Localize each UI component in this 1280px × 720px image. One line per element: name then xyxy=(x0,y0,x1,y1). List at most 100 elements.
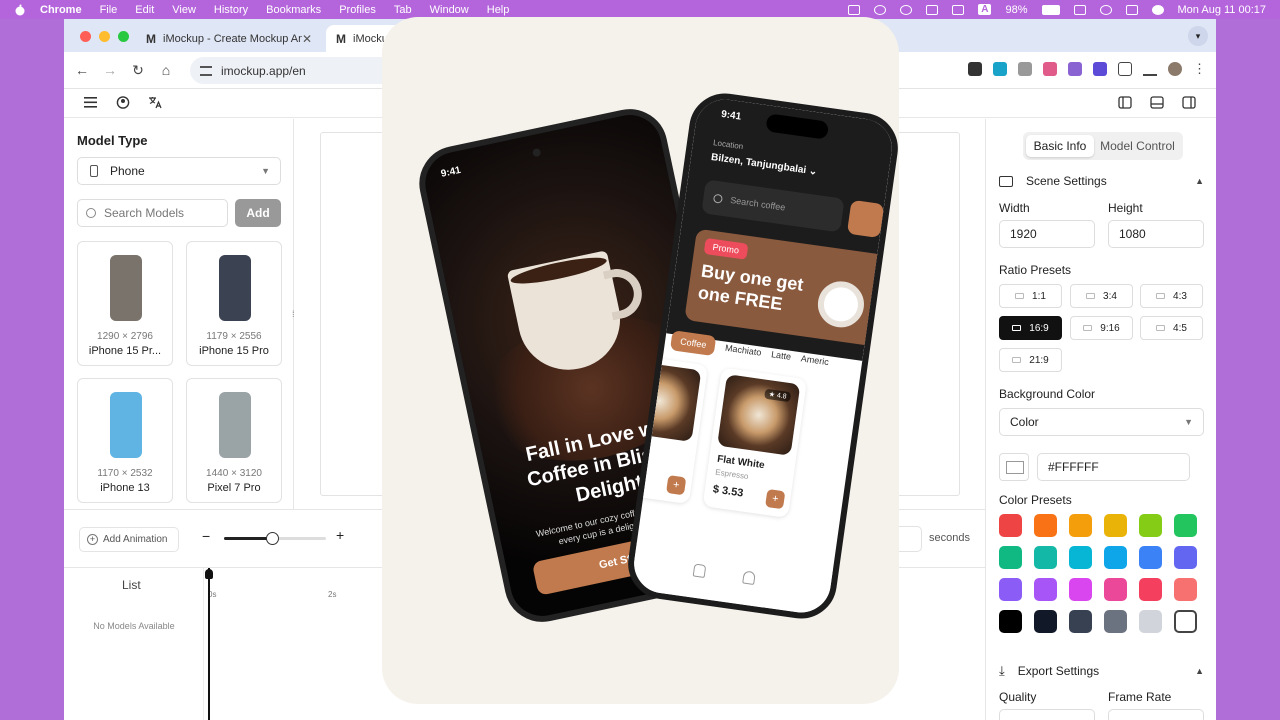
extension-icon[interactable] xyxy=(968,62,982,76)
menu-chrome[interactable]: Chrome xyxy=(40,4,82,16)
tab-search-chevron-icon[interactable]: ▾ xyxy=(1188,26,1208,46)
extensions-puzzle-icon[interactable] xyxy=(1118,62,1132,76)
extension-icon[interactable] xyxy=(1068,62,1082,76)
search-icon[interactable] xyxy=(1099,4,1112,15)
menu-profiles[interactable]: Profiles xyxy=(339,4,376,16)
translate-icon[interactable] xyxy=(148,96,162,109)
color-preset-swatch[interactable] xyxy=(1069,610,1092,633)
color-preset-swatch[interactable] xyxy=(1034,578,1057,601)
height-input[interactable]: 1080 xyxy=(1108,220,1204,248)
menu-history[interactable]: History xyxy=(214,4,248,16)
color-preset-swatch[interactable] xyxy=(1069,546,1092,569)
color-preset-swatch[interactable] xyxy=(1174,578,1197,601)
model-card[interactable]: 1440 × 3120 Pixel 7 Pro xyxy=(186,378,282,503)
close-tab-icon[interactable]: ✕ xyxy=(302,32,312,46)
input-source-a[interactable]: A xyxy=(978,4,992,15)
menu-file[interactable]: File xyxy=(100,4,118,16)
color-preset-swatch[interactable] xyxy=(999,610,1022,633)
model-card[interactable]: 1179 × 2556 iPhone 15 Pro xyxy=(186,241,282,366)
color-swatch-picker[interactable] xyxy=(999,453,1029,481)
battery-icon[interactable] xyxy=(1041,4,1060,15)
bottom-panel-toggle-icon[interactable] xyxy=(1150,96,1164,109)
color-preset-swatch[interactable] xyxy=(1034,610,1057,633)
frame-rate-select[interactable] xyxy=(1108,709,1204,720)
extension-y-icon[interactable] xyxy=(993,62,1007,76)
color-preset-swatch[interactable] xyxy=(1069,514,1092,537)
close-window-button[interactable] xyxy=(80,31,91,42)
menu-window[interactable]: Window xyxy=(430,4,469,16)
hamburger-menu-icon[interactable] xyxy=(84,96,98,109)
ratio-preset-button[interactable]: 9:16 xyxy=(1070,316,1133,340)
color-preset-swatch[interactable] xyxy=(999,514,1022,537)
menu-help[interactable]: Help xyxy=(487,4,510,16)
model-card[interactable]: 1290 × 2796 iPhone 15 Pr... xyxy=(77,241,173,366)
hex-color-input[interactable]: #FFFFFF xyxy=(1037,453,1190,481)
timeline-zoom-slider[interactable] xyxy=(224,532,326,545)
add-animation-button[interactable]: + Add Animation xyxy=(79,527,179,552)
scene-settings-header[interactable]: Scene Settings ▲ xyxy=(999,174,1204,188)
url-field[interactable]: imockup.app/en xyxy=(190,57,390,84)
ratio-preset-button[interactable]: 3:4 xyxy=(1070,284,1133,308)
model-card[interactable]: 1170 × 2532 iPhone 13 xyxy=(77,378,173,503)
zoom-out-icon[interactable]: − xyxy=(202,528,210,544)
extension-icon[interactable] xyxy=(1093,62,1107,76)
ratio-preset-button[interactable]: 21:9 xyxy=(999,348,1062,372)
display-icon[interactable] xyxy=(848,4,861,15)
model-type-select[interactable]: Phone ▼ xyxy=(77,157,281,185)
wifi-icon[interactable] xyxy=(1073,4,1086,15)
color-preset-swatch[interactable] xyxy=(1104,610,1127,633)
color-preset-swatch[interactable] xyxy=(1174,610,1197,633)
add-model-button[interactable]: Add xyxy=(235,199,281,227)
color-preset-swatch[interactable] xyxy=(1104,546,1127,569)
color-preset-swatch[interactable] xyxy=(999,578,1022,601)
color-preset-swatch[interactable] xyxy=(1139,578,1162,601)
ratio-preset-button[interactable]: 4:5 xyxy=(1140,316,1203,340)
control-center-icon[interactable] xyxy=(1125,4,1138,15)
zoom-in-icon[interactable]: + xyxy=(336,527,344,543)
background-mode-select[interactable]: Color ▼ xyxy=(999,408,1204,436)
menu-bookmarks[interactable]: Bookmarks xyxy=(266,4,321,16)
right-panel-toggle-icon[interactable] xyxy=(1182,96,1196,109)
ratio-preset-button[interactable]: 4:3 xyxy=(1140,284,1203,308)
zoom-window-button[interactable] xyxy=(118,31,129,42)
color-preset-swatch[interactable] xyxy=(1104,514,1127,537)
panel-resize-handle[interactable]: ⁞ xyxy=(292,309,295,319)
left-panel-toggle-icon[interactable] xyxy=(1118,96,1132,109)
color-preset-swatch[interactable] xyxy=(1139,610,1162,633)
wifi-ext-icon[interactable] xyxy=(926,4,939,15)
quality-select[interactable] xyxy=(999,709,1095,720)
color-preset-swatch[interactable] xyxy=(1139,546,1162,569)
color-preset-swatch[interactable] xyxy=(1069,578,1092,601)
menu-view[interactable]: View xyxy=(172,4,196,16)
apple-icon[interactable] xyxy=(14,4,26,16)
back-arrow-icon[interactable]: ← xyxy=(72,62,92,78)
car-icon[interactable] xyxy=(952,4,965,15)
site-info-icon[interactable] xyxy=(200,65,212,76)
color-preset-swatch[interactable] xyxy=(1104,578,1127,601)
reload-icon[interactable]: ↻ xyxy=(128,62,148,79)
menu-tab[interactable]: Tab xyxy=(394,4,412,16)
ratio-preset-button-selected[interactable]: 16:9 xyxy=(999,316,1062,340)
color-preset-swatch[interactable] xyxy=(1034,546,1057,569)
browser-tab-imockup[interactable]: M iMockup - Create Mockup An ✕ xyxy=(136,25,322,52)
chrome-menu-icon[interactable]: ⋮ xyxy=(1193,61,1206,77)
zoom-slider-thumb[interactable] xyxy=(265,532,279,545)
home-icon[interactable]: ⌂ xyxy=(156,62,176,78)
timeline-playhead[interactable] xyxy=(205,568,213,720)
width-input[interactable]: 1920 xyxy=(999,220,1095,248)
search-models-input[interactable]: Search Models xyxy=(77,199,228,227)
cat-icon[interactable] xyxy=(900,4,913,15)
menu-edit[interactable]: Edit xyxy=(135,4,154,16)
download-icon[interactable] xyxy=(1143,62,1157,76)
color-preset-swatch[interactable] xyxy=(1034,514,1057,537)
record-icon[interactable] xyxy=(874,4,887,15)
color-preset-swatch[interactable] xyxy=(1174,546,1197,569)
account-icon[interactable] xyxy=(116,96,130,109)
color-preset-swatch[interactable] xyxy=(1174,514,1197,537)
tab-basic-info[interactable]: Basic Info xyxy=(1026,135,1094,157)
extension-icon[interactable] xyxy=(1043,62,1057,76)
minimize-window-button[interactable] xyxy=(99,31,110,42)
color-preset-swatch[interactable] xyxy=(1139,514,1162,537)
extension-icon[interactable] xyxy=(1018,62,1032,76)
ratio-preset-button[interactable]: 1:1 xyxy=(999,284,1062,308)
